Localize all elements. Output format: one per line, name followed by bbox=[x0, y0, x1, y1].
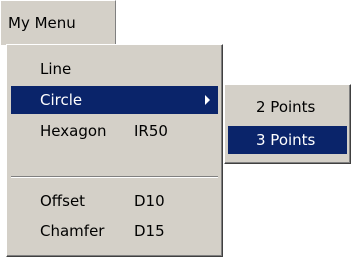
menu-item-label: Line bbox=[40, 60, 72, 78]
submenu-arrow-icon bbox=[205, 95, 210, 105]
menu-separator bbox=[11, 176, 218, 178]
menu-item-line[interactable]: Line bbox=[11, 55, 218, 83]
menu-item-offset[interactable]: Offset D10 bbox=[11, 187, 218, 215]
menu-item-shortcut: IR50 bbox=[134, 122, 168, 140]
menu-item-hexagon[interactable]: Hexagon IR50 bbox=[11, 117, 218, 145]
menu-item-shortcut: D10 bbox=[134, 192, 165, 210]
dropdown-menu: Line Circle Hexagon IR50 Offset D10 Cham… bbox=[6, 44, 223, 257]
circle-submenu: 2 Points 3 Points bbox=[224, 84, 351, 164]
menu-item-chamfer[interactable]: Chamfer D15 bbox=[11, 217, 218, 245]
menu-item-label: Chamfer bbox=[40, 222, 105, 240]
menubar-title-label: My Menu bbox=[8, 14, 76, 32]
submenu-item-label: 3 Points bbox=[256, 131, 316, 149]
menu-item-label: Hexagon bbox=[40, 122, 107, 140]
menu-item-circle[interactable]: Circle bbox=[11, 86, 218, 114]
menu-item-label: Circle bbox=[40, 91, 83, 109]
submenu-item-2-points[interactable]: 2 Points bbox=[228, 93, 347, 121]
submenu-item-label: 2 Points bbox=[256, 98, 316, 116]
menubar-item-my-menu[interactable]: My Menu bbox=[0, 0, 116, 45]
menu-item-label: Offset bbox=[40, 192, 86, 210]
menu-item-shortcut: D15 bbox=[134, 222, 165, 240]
submenu-item-3-points[interactable]: 3 Points bbox=[228, 126, 347, 154]
